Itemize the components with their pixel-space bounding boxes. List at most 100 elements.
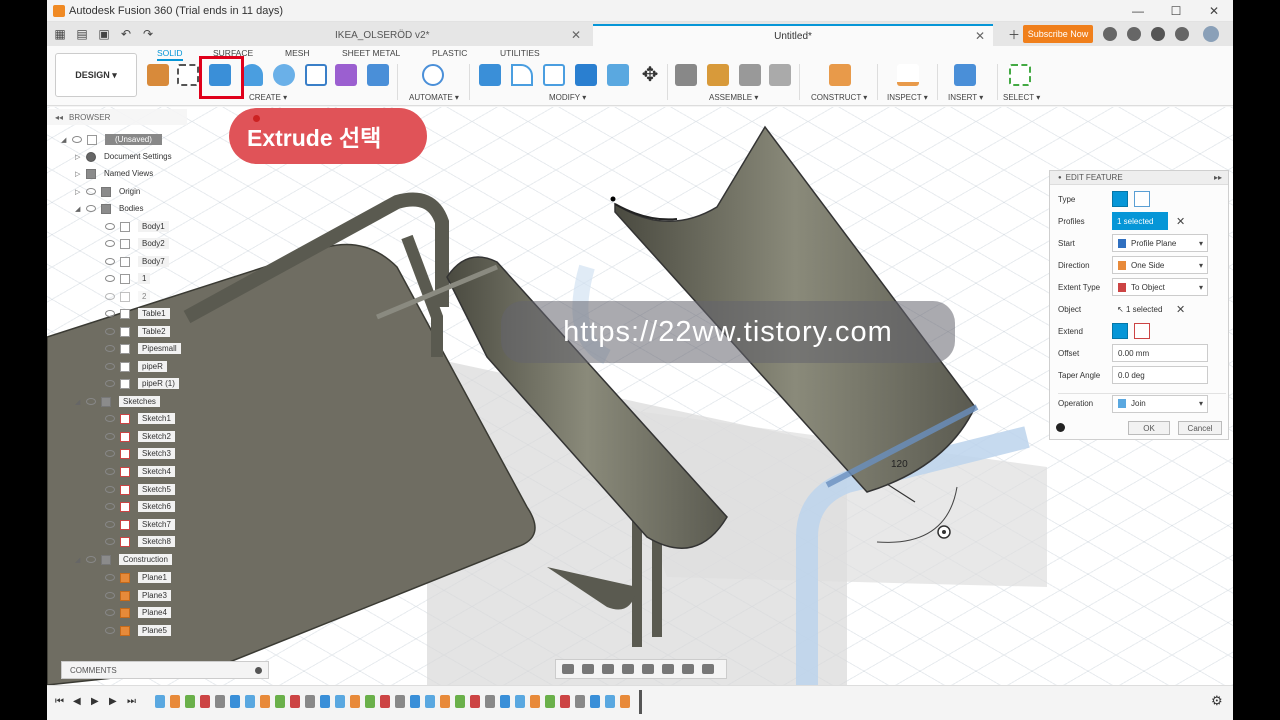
new-tab-icon[interactable]: ＋ [1005, 26, 1023, 42]
tab-untitled[interactable]: Untitled* ✕ [593, 24, 993, 46]
tab-utilities[interactable]: UTILITIES [500, 48, 540, 58]
create-menu[interactable]: CREATE ▾ [249, 93, 287, 102]
extrude-distance-label[interactable]: 120 [891, 459, 908, 470]
select-menu[interactable]: SELECT ▾ [1003, 93, 1040, 102]
timeline-feature-icon[interactable] [305, 695, 315, 708]
timeline-feature-icon[interactable] [380, 695, 390, 708]
eye-icon[interactable] [105, 450, 115, 457]
tree-body2[interactable]: Body2 [105, 236, 169, 251]
eye-icon[interactable] [105, 293, 115, 300]
timeline-feature-icon[interactable] [260, 695, 270, 708]
tree-body-2[interactable]: 2 [105, 289, 151, 304]
eye-icon[interactable] [105, 592, 115, 599]
timeline-feature-icon[interactable] [590, 695, 600, 708]
expand-panel-icon[interactable]: ▸▸ [1214, 173, 1222, 182]
press-pull-icon[interactable] [479, 64, 501, 86]
timeline-feature-icon[interactable] [545, 695, 555, 708]
timeline-feature-icon[interactable] [620, 695, 630, 708]
timeline-feature-icon[interactable] [395, 695, 405, 708]
workspace-switcher[interactable]: DESIGN ▾ [55, 53, 137, 97]
tree-sketch1[interactable]: Sketch1 [105, 411, 175, 426]
timeline-feature-icon[interactable] [290, 695, 300, 708]
eye-icon[interactable] [72, 136, 82, 143]
eye-icon[interactable] [86, 398, 96, 405]
add-comment-icon[interactable] [255, 666, 262, 674]
automate-menu[interactable]: AUTOMATE ▾ [409, 93, 459, 102]
expand-icon[interactable]: ◢ [75, 398, 83, 406]
insert-menu[interactable]: INSERT ▾ [948, 93, 983, 102]
revolve-icon[interactable] [241, 64, 263, 86]
expand-icon[interactable]: ◢ [61, 136, 69, 144]
browser-root[interactable]: ◢ (Unsaved) [61, 132, 162, 147]
timeline-feature-icon[interactable] [185, 695, 195, 708]
tree-plane3[interactable]: Plane3 [105, 588, 171, 603]
eye-icon[interactable] [105, 433, 115, 440]
zoom-window-icon[interactable] [642, 664, 654, 674]
file-menu-icon[interactable]: ▤ [73, 26, 91, 42]
form-icon[interactable] [335, 64, 357, 86]
timeline-feature-icon[interactable] [335, 695, 345, 708]
maximize-button[interactable]: ☐ [1157, 0, 1195, 22]
tree-named-views[interactable]: ▷ Named Views [75, 166, 153, 181]
subscribe-button[interactable]: Subscribe Now [1023, 25, 1093, 43]
timeline-feature-icon[interactable] [560, 695, 570, 708]
comments-panel[interactable]: COMMENTS [61, 661, 269, 679]
direction-dropdown[interactable]: One Side [1112, 256, 1208, 274]
timeline-feature-icon[interactable] [350, 695, 360, 708]
timeline-feature-icon[interactable] [440, 695, 450, 708]
tree-bodies[interactable]: ◢ Bodies [75, 201, 143, 216]
eye-icon[interactable] [105, 275, 115, 282]
construct-menu[interactable]: CONSTRUCT ▾ [811, 93, 867, 102]
ok-button[interactable]: OK [1128, 421, 1170, 435]
expand-icon[interactable]: ◢ [75, 556, 83, 564]
close-tab-icon[interactable]: ✕ [975, 29, 985, 43]
eye-icon[interactable] [105, 363, 115, 370]
grid-settings-icon[interactable] [682, 664, 694, 674]
eye-icon[interactable] [105, 521, 115, 528]
grid-menu-icon[interactable]: ▦ [51, 26, 69, 42]
extend-to-face-icon[interactable] [1112, 323, 1128, 339]
modify-menu[interactable]: MODIFY ▾ [549, 93, 586, 102]
display-settings-icon[interactable] [662, 664, 674, 674]
inspect-menu[interactable]: INSPECT ▾ [887, 93, 928, 102]
hole-icon[interactable] [273, 64, 295, 86]
eye-icon[interactable] [105, 503, 115, 510]
expand-icon[interactable]: ◢ [75, 205, 83, 213]
eye-icon[interactable] [105, 380, 115, 387]
timeline-feature-icon[interactable] [425, 695, 435, 708]
mirror-icon[interactable] [367, 64, 389, 86]
tree-sketches[interactable]: ◢ Sketches [75, 394, 160, 409]
save-icon[interactable]: ▣ [95, 26, 113, 42]
fillet-icon[interactable] [511, 64, 533, 86]
tree-table1[interactable]: Table1 [105, 306, 170, 321]
tree-sketch4[interactable]: Sketch4 [105, 464, 175, 479]
undo-icon[interactable]: ↶ [117, 26, 135, 42]
eye-icon[interactable] [105, 240, 115, 247]
browser-header[interactable]: ◂◂ BROWSER [47, 109, 187, 125]
eye-icon[interactable] [105, 538, 115, 545]
timeline-feature-icon[interactable] [605, 695, 615, 708]
automate-icon[interactable] [422, 64, 444, 86]
collapse-icon[interactable]: ◂◂ [55, 113, 63, 122]
expand-icon[interactable]: ▷ [75, 170, 83, 178]
eye-icon[interactable] [86, 556, 96, 563]
eye-icon[interactable] [105, 468, 115, 475]
expand-icon[interactable]: ▷ [75, 188, 83, 196]
as-built-joint-icon[interactable] [739, 64, 761, 86]
help-icon[interactable] [1175, 27, 1189, 41]
pan-icon[interactable] [602, 664, 614, 674]
new-component-icon[interactable] [147, 64, 169, 86]
taper-input[interactable]: 0.0 deg [1112, 366, 1208, 384]
tab-sheet-metal[interactable]: SHEET METAL [342, 48, 400, 58]
tree-piper-1[interactable]: pipeR (1) [105, 376, 179, 391]
move-icon[interactable]: ✥ [639, 64, 661, 86]
timeline-feature-icon[interactable] [275, 695, 285, 708]
timeline-feature-icon[interactable] [530, 695, 540, 708]
extend-adjacent-icon[interactable] [1134, 323, 1150, 339]
tree-sketch7[interactable]: Sketch7 [105, 517, 175, 532]
avatar[interactable] [1203, 26, 1219, 42]
tree-sketch8[interactable]: Sketch8 [105, 534, 175, 549]
tree-plane4[interactable]: Plane4 [105, 605, 171, 620]
tab-plastic[interactable]: PLASTIC [432, 48, 467, 58]
timeline-settings-icon[interactable]: ⚙ [1211, 693, 1223, 709]
